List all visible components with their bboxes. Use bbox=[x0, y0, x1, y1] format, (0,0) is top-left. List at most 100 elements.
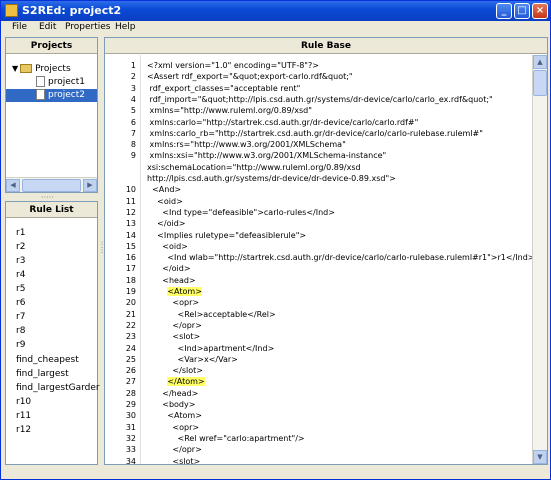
list-item[interactable]: r12 bbox=[16, 423, 31, 437]
code-line[interactable]: <Ind wlab="http://startrek.csd.auth.gr/d… bbox=[147, 253, 532, 262]
line-number: 31 bbox=[125, 422, 136, 432]
list-item[interactable]: r8 bbox=[16, 324, 25, 338]
scroll-left-icon[interactable]: ◀ bbox=[6, 179, 20, 192]
code-line[interactable]: <oid> bbox=[147, 197, 183, 206]
line-number: 26 bbox=[125, 366, 136, 376]
list-item[interactable]: r1 bbox=[16, 226, 25, 240]
code-line[interactable]: rdf_import="&quot;http://lpis.csd.auth.g… bbox=[147, 95, 493, 104]
code-line-text: xmlns:rs="http://www.w3.org/2001/XMLSche… bbox=[147, 140, 346, 150]
line-number: 34 bbox=[125, 456, 136, 465]
highlighted-tag: </Atom> bbox=[167, 377, 205, 387]
scroll-thumb[interactable] bbox=[533, 70, 547, 96]
scroll-up-icon[interactable]: ▲ bbox=[533, 55, 547, 69]
code-line[interactable]: </Atom> bbox=[147, 377, 205, 387]
document-icon bbox=[36, 89, 45, 100]
menu-help[interactable]: Help bbox=[115, 22, 136, 32]
list-item[interactable]: r4 bbox=[16, 268, 25, 282]
list-item[interactable]: find_largest bbox=[16, 367, 69, 381]
code-line[interactable]: <Atom> bbox=[147, 411, 202, 420]
code-line-text: <Assert rdf_export="&quot;export-carlo.r… bbox=[147, 72, 353, 82]
line-number: 28 bbox=[125, 388, 136, 398]
code-line-text: </Atom> bbox=[147, 377, 205, 387]
collapse-icon[interactable]: ▼ bbox=[12, 62, 18, 75]
rule-base-vscrollbar[interactable]: ▲ ▼ bbox=[532, 55, 547, 464]
line-number: 10 bbox=[125, 185, 136, 195]
code-line[interactable]: <head> bbox=[147, 276, 195, 285]
rule-base-editor[interactable]: 1 2 3 4 5 6 7 8 9 10 11 12 13 14 15 16 17 18 19 20 21 22 23 24 2… bbox=[105, 55, 532, 464]
line-number: 27 bbox=[125, 377, 136, 387]
menu-file[interactable]: File bbox=[12, 22, 27, 32]
code-line[interactable]: </oid> bbox=[147, 219, 185, 228]
code-line[interactable]: <Assert rdf_export="&quot;export-carlo.r… bbox=[147, 72, 353, 81]
code-line[interactable]: xmlns:carlo="http://startrek.csd.auth.gr… bbox=[147, 118, 419, 127]
code-line-text: <Ind>apartment</Ind> bbox=[147, 343, 275, 353]
list-item[interactable]: find_cheapest bbox=[16, 353, 79, 367]
list-item[interactable]: r10 bbox=[16, 395, 31, 409]
code-line[interactable]: <Var>x</Var> bbox=[147, 355, 238, 364]
code-line[interactable]: <And> bbox=[147, 185, 181, 194]
code-line-text: rdf_export_classes="acceptable rent" bbox=[147, 83, 301, 93]
scroll-down-icon[interactable]: ▼ bbox=[533, 450, 547, 464]
code-line[interactable]: xmlns="http://www.ruleml.org/0.89/xsd" bbox=[147, 106, 312, 115]
code-line[interactable]: </slot> bbox=[147, 366, 203, 375]
code-line[interactable]: xmlns:rs="http://www.w3.org/2001/XMLSche… bbox=[147, 140, 346, 149]
code-line[interactable]: <opr> bbox=[147, 298, 199, 307]
code-line[interactable]: </oid> bbox=[147, 264, 190, 273]
code-line-text: <Ind wlab="http://startrek.csd.auth.gr/d… bbox=[147, 253, 532, 263]
code-line[interactable]: http://lpis.csd.auth.gr/systems/dr-devic… bbox=[147, 174, 396, 183]
list-item[interactable]: find_largestGarder bbox=[16, 381, 100, 395]
line-number: 12 bbox=[125, 207, 136, 217]
menu-properties[interactable]: Properties bbox=[65, 22, 110, 32]
code-line[interactable]: <Ind type="defeasible">carlo-rules</Ind> bbox=[147, 208, 335, 217]
line-number: 24 bbox=[125, 343, 136, 353]
code-line[interactable]: <oid> bbox=[147, 242, 188, 251]
close-button[interactable]: × bbox=[532, 3, 548, 19]
code-line[interactable]: <Rel wref="carlo:apartment"/> bbox=[147, 434, 305, 443]
code-line-text: </head> bbox=[147, 388, 199, 398]
tree-item-label: Projects bbox=[35, 64, 71, 74]
tree-item-project1[interactable]: project1 bbox=[36, 76, 92, 89]
tree-item-project2[interactable]: project2 bbox=[6, 89, 97, 102]
code-line[interactable]: <opr> bbox=[147, 423, 199, 432]
rule-list: r1 r2 r3 r4 r5 r6 r7 r8 r9 find_cheapest… bbox=[6, 219, 100, 464]
list-item[interactable]: r6 bbox=[16, 296, 25, 310]
rule-list-panel: Rule List r1 r2 r3 r4 r5 r6 r7 r8 r9 fin… bbox=[5, 201, 100, 465]
tree-item-projects-root[interactable]: ▼ Projects bbox=[12, 62, 71, 75]
code-line[interactable]: </opr> bbox=[147, 321, 201, 330]
code-line[interactable]: </head> bbox=[147, 389, 198, 398]
code-line[interactable]: <?xml version="1.0" encoding="UTF-8"?> bbox=[147, 61, 319, 70]
code-line[interactable]: xsi:schemaLocation="http://www.ruleml.or… bbox=[147, 163, 361, 172]
projects-tree: ▼ Projects project1 project2 bbox=[6, 55, 97, 176]
code-line[interactable]: </opr> bbox=[147, 445, 202, 455]
code-line[interactable]: <Implies ruletype="defeasiblerule"> bbox=[147, 231, 306, 240]
app-window: S2REd: project2 _ □ × File Edit Properti… bbox=[0, 0, 551, 480]
code-line-text: xsi:schemaLocation="http://www.ruleml.or… bbox=[147, 162, 361, 172]
scroll-right-icon[interactable]: ▶ bbox=[83, 179, 97, 192]
list-item[interactable]: r5 bbox=[16, 282, 25, 296]
minimize-button[interactable]: _ bbox=[496, 3, 512, 19]
code-line[interactable]: <body> bbox=[147, 400, 195, 409]
rule-base-panel: Rule Base 1 2 3 4 5 6 7 8 9 10 11 12 13 14 15 16 17 18 19 2… bbox=[104, 37, 548, 465]
projects-hscrollbar[interactable]: ◀ ▶ bbox=[6, 177, 97, 192]
code-line[interactable]: xmlns:carlo_rb="http://startrek.csd.auth… bbox=[147, 129, 483, 138]
line-number: 22 bbox=[125, 320, 136, 330]
list-item[interactable]: r9 bbox=[16, 338, 25, 352]
document-icon bbox=[36, 76, 45, 87]
code-line[interactable]: <Rel>acceptable</Rel> bbox=[147, 310, 276, 319]
code-line[interactable]: <slot> bbox=[147, 457, 200, 465]
code-line-text: xmlns="http://www.ruleml.org/0.89/xsd" bbox=[147, 106, 312, 116]
title-bar[interactable]: S2REd: project2 _ □ × bbox=[1, 1, 550, 21]
list-item[interactable]: r11 bbox=[16, 409, 31, 423]
menu-edit[interactable]: Edit bbox=[39, 22, 56, 32]
code-line-text: </opr> bbox=[147, 445, 202, 455]
list-item[interactable]: r2 bbox=[16, 240, 25, 254]
code-line[interactable]: <Ind>apartment</Ind> bbox=[147, 343, 275, 353]
code-line[interactable]: rdf_export_classes="acceptable rent" bbox=[147, 83, 301, 93]
scroll-thumb[interactable] bbox=[22, 179, 81, 192]
code-line[interactable]: <slot> bbox=[147, 332, 200, 341]
list-item[interactable]: r7 bbox=[16, 310, 25, 324]
code-line[interactable]: <Atom> bbox=[147, 287, 202, 296]
code-line[interactable]: xmlns:xsi="http://www.w3.org/2001/XMLSch… bbox=[147, 151, 387, 160]
list-item[interactable]: r3 bbox=[16, 254, 25, 268]
maximize-button[interactable]: □ bbox=[514, 3, 530, 19]
